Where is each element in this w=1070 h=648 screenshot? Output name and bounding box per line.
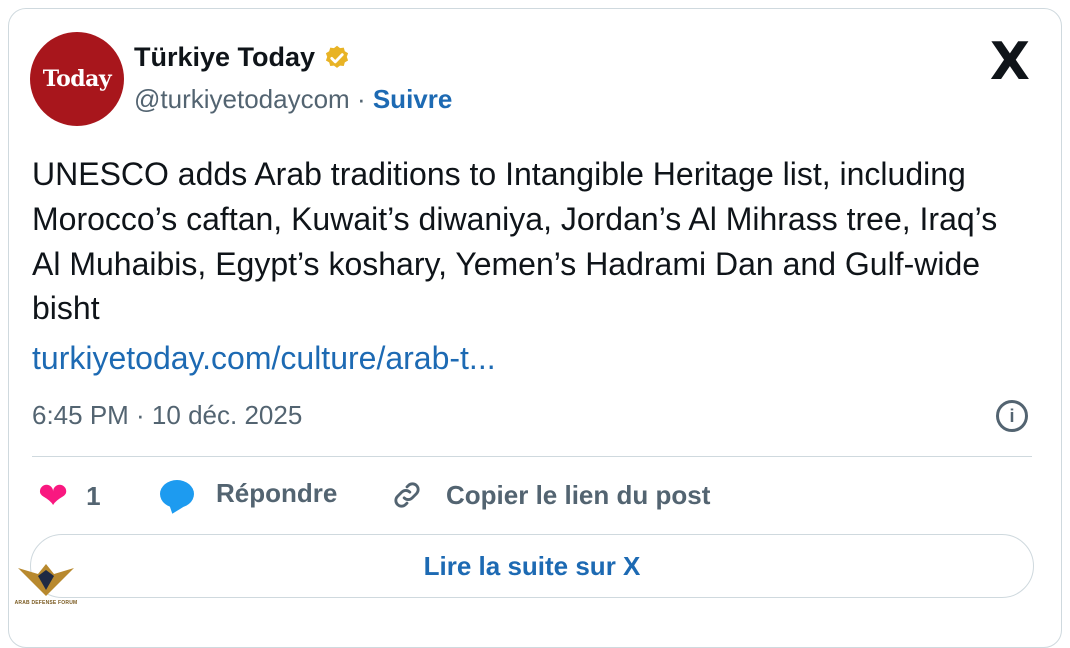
action-bar: ❤ 1 Répondre Copier le lien du post (32, 478, 1032, 518)
follow-button[interactable]: Suivre (373, 84, 453, 114)
reply-bubble-icon (160, 479, 194, 508)
info-icon[interactable]: i (996, 400, 1028, 432)
like-button[interactable]: ❤ 1 (38, 478, 101, 514)
link-icon (394, 482, 420, 508)
watermark-text: ARAB DEFENSE FORUM (14, 600, 78, 606)
reply-button[interactable]: Répondre (160, 478, 337, 509)
post-timestamp[interactable]: 6:45 PM · 10 déc. 2025 (32, 400, 302, 431)
like-count: 1 (86, 480, 101, 511)
post-text: UNESCO adds Arab traditions to Intangibl… (32, 156, 998, 327)
reply-label: Répondre (216, 478, 338, 508)
separator: · (356, 84, 366, 114)
eagle-emblem-icon (18, 564, 74, 596)
account-name-row: Türkiye Today (134, 42, 351, 73)
copy-link-label: Copier le lien du post (446, 479, 711, 510)
avatar-text: Today (42, 66, 112, 92)
read-more-button[interactable]: Lire la suite sur X (30, 534, 1034, 598)
account-name[interactable]: Türkiye Today (134, 42, 315, 73)
verified-badge-icon (325, 45, 349, 68)
divider (32, 456, 1032, 457)
post-link[interactable]: turkiyetoday.com/culture/arab-t... (32, 340, 496, 377)
heart-icon: ❤ (38, 475, 69, 516)
handle-row: @turkiyetodaycom · Suivre (134, 84, 452, 115)
account-handle[interactable]: @turkiyetodaycom (134, 84, 350, 114)
x-logo-icon[interactable]: X (990, 36, 1030, 88)
avatar[interactable]: Today (30, 32, 124, 126)
watermark-logo: ARAB DEFENSE FORUM (6, 560, 86, 624)
copy-link-button[interactable]: Copier le lien du post (390, 478, 710, 512)
